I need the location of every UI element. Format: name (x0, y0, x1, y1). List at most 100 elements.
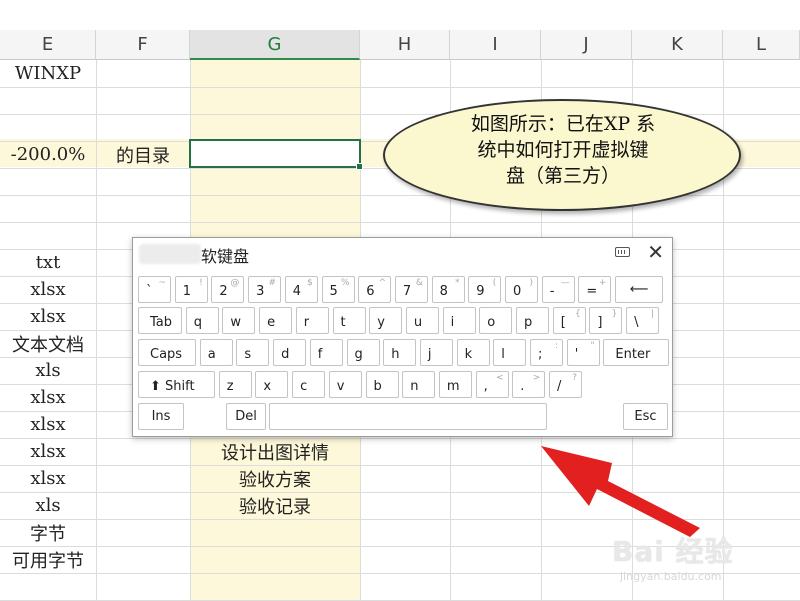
column-header-k[interactable]: K (632, 30, 723, 60)
key-h[interactable]: h (383, 339, 417, 366)
cell-e-4[interactable]: -200.0% (0, 141, 96, 168)
keyboard-title-bar[interactable]: 软键盘 ✕ (133, 238, 672, 269)
virtual-keyboard-window[interactable]: 软键盘 ✕ ` ~1! 2 @3 #4 $5% 6 ^ 7 & 8 * 9(0) - — = + ⟵ Tab q w e r… (132, 237, 673, 437)
key-m[interactable]: m (438, 371, 472, 398)
key-3[interactable]: 3 # (248, 276, 282, 303)
active-cell-g[interactable] (189, 139, 363, 170)
key-6[interactable]: 6 ^ (358, 276, 392, 303)
cell-e-16[interactable]: xlsx (0, 465, 96, 492)
key-shift-label: : (554, 341, 558, 351)
cell-g-15[interactable]: 设计出图详情 (190, 438, 360, 465)
key-tab[interactable]: Tab (138, 307, 182, 334)
key-sym11[interactable]: [{ (552, 307, 586, 334)
key-sym0[interactable]: ` ~ (138, 276, 171, 303)
key-y[interactable]: y (369, 307, 403, 334)
key-d[interactable]: d (273, 339, 307, 366)
cell-e-8[interactable]: txt (0, 249, 96, 276)
cell-e-17[interactable]: xls (0, 492, 96, 519)
key-q[interactable]: q (185, 307, 219, 334)
cell-e-19[interactable]: 可用字节 (0, 546, 96, 573)
column-header-g[interactable]: G (190, 30, 360, 60)
column-header-f[interactable]: F (96, 30, 190, 60)
cell-e-14[interactable]: xlsx (0, 411, 96, 438)
key-p[interactable]: p (516, 307, 549, 334)
key-n[interactable]: n (402, 371, 436, 398)
cell-g-17[interactable]: 验收记录 (190, 492, 360, 519)
cell-e-9[interactable]: xlsx (0, 276, 96, 303)
key-enter[interactable]: Enter (603, 339, 670, 366)
cell-e-13[interactable]: xlsx (0, 384, 96, 411)
cell-e-11[interactable]: 文本文档 (0, 330, 96, 357)
key-z[interactable]: z (218, 371, 252, 398)
cell-e-18[interactable]: 字节 (0, 519, 96, 546)
key-sym8[interactable]: , < (475, 371, 509, 398)
cell-e-15[interactable]: xlsx (0, 438, 96, 465)
key-shift[interactable]: ⬆ Shift (138, 371, 215, 398)
key-label: 2 (219, 284, 228, 299)
key-sym11[interactable]: ' " (566, 339, 600, 366)
key-k[interactable]: k (456, 339, 490, 366)
key-label: g (354, 347, 363, 362)
key-b[interactable]: b (365, 371, 399, 398)
key-w[interactable]: w (222, 307, 256, 334)
key-del[interactable]: Del (226, 403, 266, 430)
column-header-i[interactable]: I (450, 30, 541, 60)
key-label: p (524, 315, 533, 330)
key-sym9[interactable]: . > (512, 371, 546, 398)
key-label: Caps (150, 347, 183, 362)
column-header-j[interactable]: J (541, 30, 632, 60)
keyboard-icon[interactable] (615, 247, 630, 257)
key-shift-label: # (268, 278, 277, 288)
key-0[interactable]: 0) (505, 276, 538, 303)
key-g[interactable]: g (346, 339, 380, 366)
key-s[interactable]: s (236, 339, 270, 366)
key-l[interactable]: l (493, 339, 527, 366)
callout-line-2: 统中如何打开虚拟键 (477, 139, 649, 161)
key-5[interactable]: 5% (321, 276, 355, 303)
key-ins[interactable]: Ins (138, 403, 184, 430)
key-4[interactable]: 4 $ (284, 276, 318, 303)
column-header-h[interactable]: H (360, 30, 450, 60)
key-e[interactable]: e (259, 307, 293, 334)
key-sym12[interactable]: ]} (589, 307, 623, 334)
key-sym10[interactable]: ;: (530, 339, 563, 366)
key-v[interactable]: v (328, 371, 362, 398)
key-shift-label: ~ (158, 278, 166, 288)
key-label: , (483, 379, 488, 394)
key-sym11[interactable]: - — (541, 276, 575, 303)
key-1[interactable]: 1! (174, 276, 208, 303)
key-f[interactable]: f (309, 339, 343, 366)
key-7[interactable]: 7 & (394, 276, 428, 303)
key-esc[interactable]: Esc (623, 403, 668, 430)
close-icon[interactable]: ✕ (647, 240, 664, 264)
key-t[interactable]: t (332, 307, 366, 334)
key-label: m (446, 379, 460, 394)
cell-e-1[interactable]: WINXP (0, 60, 96, 87)
cell-e-12[interactable]: xls (0, 357, 96, 384)
cell-f-4[interactable]: 的目录 (96, 141, 190, 168)
cell-g-16[interactable]: 验收方案 (190, 465, 360, 492)
key-c[interactable]: c (292, 371, 326, 398)
key-r[interactable]: r (295, 307, 329, 334)
key-label: e (267, 315, 276, 330)
key-sym10[interactable]: /? (549, 371, 582, 398)
key-i[interactable]: i (442, 307, 476, 334)
key-sym13[interactable]: \ | (626, 307, 660, 334)
key-u[interactable]: u (405, 307, 439, 334)
key-2[interactable]: 2 @ (211, 276, 245, 303)
column-header-e[interactable]: E (0, 30, 96, 60)
key-j[interactable]: j (419, 339, 453, 366)
column-header-l[interactable]: L (723, 30, 800, 60)
key-a[interactable]: a (199, 339, 233, 366)
key-caps[interactable]: Caps (138, 339, 196, 366)
cell-e-10[interactable]: xlsx (0, 303, 96, 330)
key-9[interactable]: 9( (468, 276, 502, 303)
key-8[interactable]: 8 * (431, 276, 465, 303)
baidu-watermark: Bai 经验 jingyan.baidu.com (612, 530, 734, 583)
key-space[interactable] (269, 403, 547, 430)
row-gridline (0, 87, 800, 88)
key-o[interactable]: o (479, 307, 513, 334)
key-sym12[interactable]: = + (578, 276, 612, 303)
key-x[interactable]: x (255, 371, 289, 398)
key-sym13[interactable]: ⟵ (615, 276, 664, 303)
